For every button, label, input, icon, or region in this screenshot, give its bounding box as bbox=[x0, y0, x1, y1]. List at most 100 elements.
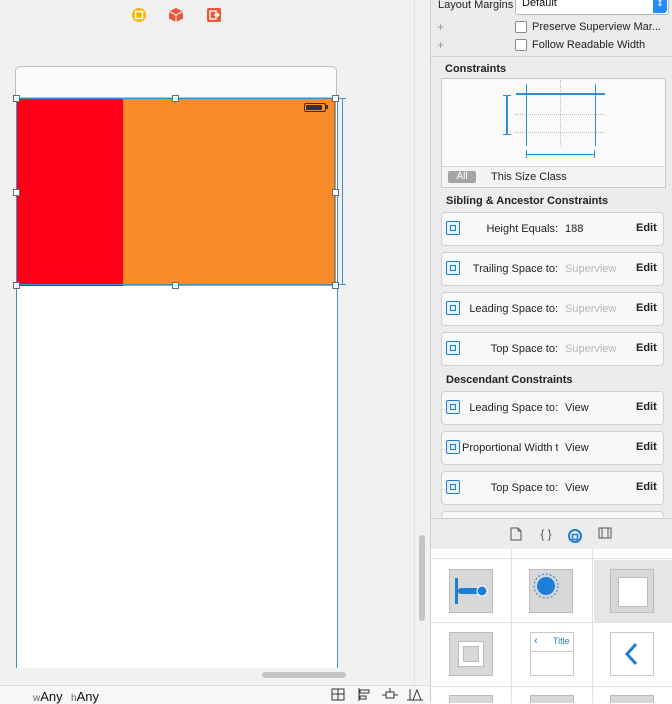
follow-readable-label: Follow Readable Width bbox=[532, 39, 646, 51]
edit-button[interactable]: Edit bbox=[636, 342, 657, 354]
vertical-scrollbar[interactable] bbox=[419, 535, 425, 621]
constraint-label: Top Space to: bbox=[490, 482, 558, 494]
view-object-icon[interactable] bbox=[610, 569, 654, 613]
media-library-icon[interactable] bbox=[598, 527, 612, 541]
grid-line bbox=[431, 558, 672, 559]
top-constraint-indicator bbox=[516, 93, 605, 95]
grid-line bbox=[511, 549, 512, 703]
horizontal-scrollbar[interactable] bbox=[262, 672, 346, 678]
bar-button-object[interactable] bbox=[610, 632, 654, 676]
preserve-superview-checkbox[interactable] bbox=[515, 21, 527, 33]
diagram-guide bbox=[515, 132, 605, 133]
width-indicator bbox=[526, 154, 595, 155]
top-constraint-icon bbox=[446, 341, 460, 355]
resize-handle[interactable] bbox=[13, 282, 20, 289]
leading-constraint-icon bbox=[446, 400, 460, 414]
resize-handle[interactable] bbox=[332, 95, 339, 102]
constraint-cap bbox=[339, 98, 346, 99]
slider-object-icon[interactable] bbox=[449, 569, 493, 613]
edit-button[interactable]: Edit bbox=[636, 401, 657, 413]
leading-constraint-indicator bbox=[526, 84, 527, 146]
edit-button[interactable]: Edit bbox=[636, 302, 657, 314]
battery-level bbox=[306, 105, 322, 110]
view-controller-icon[interactable] bbox=[131, 7, 147, 23]
constraint-label: Trailing Space to: bbox=[472, 263, 558, 275]
height-constraint-indicator bbox=[506, 95, 508, 135]
scene-dock bbox=[15, 66, 337, 98]
nav-item-title: Title bbox=[553, 636, 570, 646]
edit-button[interactable]: Edit bbox=[636, 481, 657, 493]
width-indicator-cap bbox=[594, 150, 595, 158]
resize-handle[interactable] bbox=[13, 189, 20, 196]
height-indicator-cap bbox=[503, 134, 511, 135]
code-snippet-icon[interactable]: { } bbox=[538, 527, 554, 541]
chevron-updown-icon[interactable]: ⇕ bbox=[653, 0, 667, 13]
constraint-label: Height Equals: bbox=[486, 223, 558, 235]
constraints-heading: Constraints bbox=[445, 63, 507, 75]
library-tile[interactable] bbox=[530, 695, 574, 703]
align-icon[interactable] bbox=[357, 688, 371, 701]
grid-line bbox=[431, 686, 672, 687]
constraint-label: Top Space to: bbox=[490, 343, 558, 355]
trailing-constraint-icon bbox=[446, 261, 460, 275]
size-class-width[interactable]: wAny bbox=[33, 689, 63, 704]
edit-button[interactable]: Edit bbox=[636, 262, 657, 274]
layout-margins-label: Layout Margins bbox=[438, 0, 514, 11]
exit-icon[interactable] bbox=[206, 7, 222, 23]
battery-tip bbox=[326, 105, 328, 109]
grid-line bbox=[431, 622, 672, 623]
resize-handle[interactable] bbox=[13, 95, 20, 102]
preserve-superview-label: Preserve Superview Mar... bbox=[532, 21, 661, 33]
grid-line bbox=[592, 549, 593, 703]
constraint-value: View bbox=[565, 402, 589, 414]
follow-readable-checkbox[interactable] bbox=[515, 39, 527, 51]
canvas-divider bbox=[414, 0, 415, 685]
top-constraint-icon bbox=[446, 480, 460, 494]
add-variation-icon[interactable]: + bbox=[437, 38, 444, 52]
descendant-constraints-heading: Descendant Constraints bbox=[446, 374, 573, 386]
resize-handle[interactable] bbox=[332, 282, 339, 289]
trailing-constraint-indicator bbox=[595, 84, 596, 146]
leading-constraint-icon bbox=[446, 301, 460, 315]
constraint-value: 188 bbox=[565, 223, 584, 235]
height-constraint-icon bbox=[446, 221, 460, 235]
add-variation-icon[interactable]: + bbox=[437, 20, 444, 34]
diagram-guide bbox=[515, 114, 605, 115]
filter-size-class-button[interactable]: This Size Class bbox=[491, 171, 567, 183]
resize-handle[interactable] bbox=[332, 189, 339, 196]
navigation-item-object[interactable]: ‹ Title bbox=[530, 632, 574, 676]
container-view-object-icon[interactable] bbox=[449, 632, 493, 676]
width-indicator-cap bbox=[526, 150, 527, 158]
constraint-cap bbox=[339, 284, 346, 285]
constraint-value: View bbox=[565, 442, 589, 454]
sibling-constraints-heading: Sibling & Ancestor Constraints bbox=[446, 195, 609, 207]
edit-button[interactable]: Edit bbox=[636, 441, 657, 453]
object-library-icon[interactable] bbox=[568, 529, 582, 543]
back-chevron-icon: ‹ bbox=[534, 635, 538, 647]
proportional-width-icon bbox=[446, 440, 460, 454]
resolve-issues-icon[interactable] bbox=[407, 688, 423, 701]
edit-button[interactable]: Edit bbox=[636, 222, 657, 234]
height-constraint-line[interactable] bbox=[342, 98, 343, 285]
constraint-label: Leading Space to: bbox=[469, 303, 558, 315]
pin-icon[interactable] bbox=[382, 688, 398, 701]
library-tile[interactable] bbox=[610, 695, 654, 703]
constraint-value: Superview bbox=[565, 343, 617, 355]
activity-object-icon[interactable] bbox=[529, 569, 573, 613]
filter-all-button[interactable]: All bbox=[448, 171, 476, 183]
selection-outline bbox=[16, 98, 335, 285]
constraint-value: View bbox=[565, 482, 589, 494]
size-class-h-value: Any bbox=[76, 689, 99, 704]
size-class-w-value: Any bbox=[40, 689, 63, 704]
resize-handle[interactable] bbox=[172, 282, 179, 289]
constraint-label: Proportional Width t bbox=[462, 442, 558, 454]
layout-margins-value: Default bbox=[522, 0, 557, 9]
size-class-height[interactable]: hAny bbox=[71, 689, 99, 704]
height-indicator-cap bbox=[503, 95, 511, 96]
resize-handle[interactable] bbox=[172, 95, 179, 102]
stack-icon[interactable] bbox=[331, 688, 345, 701]
first-responder-icon[interactable] bbox=[168, 7, 184, 23]
file-template-icon[interactable] bbox=[509, 527, 523, 541]
constraint-value: Superview bbox=[565, 263, 617, 275]
library-tile[interactable] bbox=[449, 695, 493, 703]
